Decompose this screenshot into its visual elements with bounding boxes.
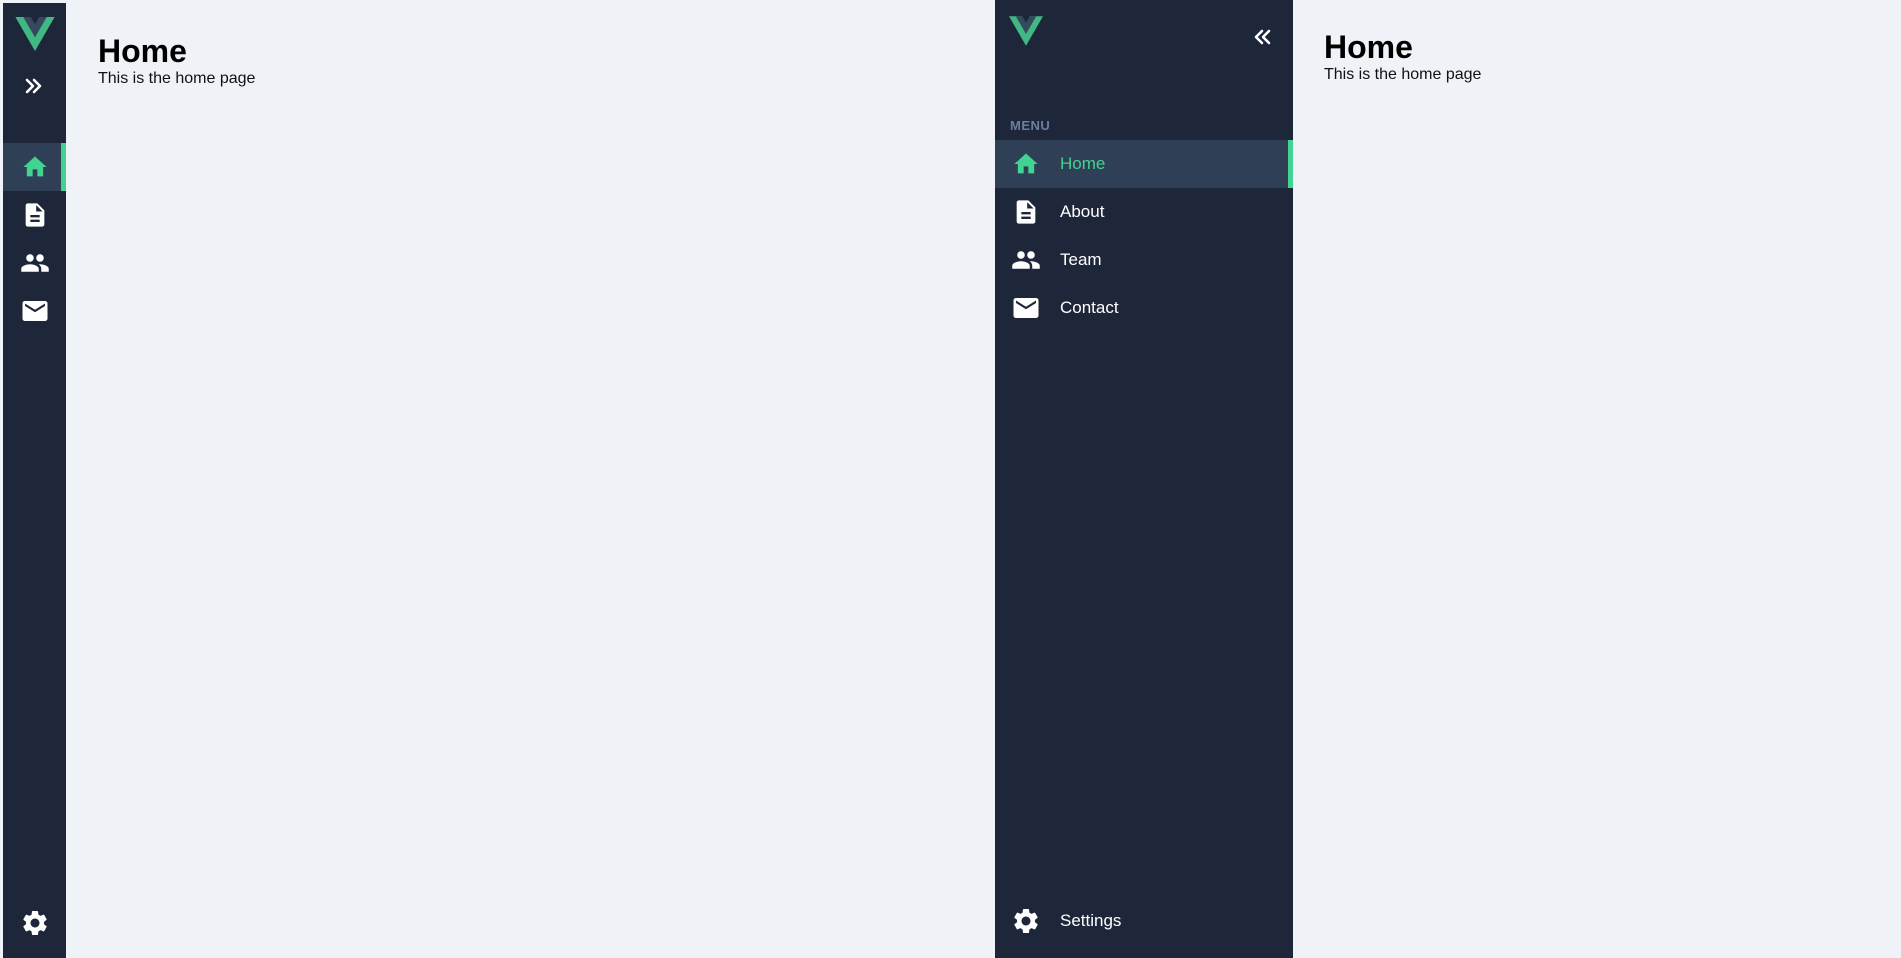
expand-sidebar-button[interactable] xyxy=(17,69,51,103)
people-icon xyxy=(1010,244,1042,276)
sidebar-item-about[interactable]: About xyxy=(995,188,1293,236)
chevrons-right-icon xyxy=(25,78,42,94)
sidebar-item-contact[interactable] xyxy=(3,287,66,335)
chevrons-left-icon xyxy=(1254,29,1271,45)
sidebar-item-contact[interactable]: Contact xyxy=(995,284,1293,332)
sidebar-item-settings[interactable]: Settings xyxy=(995,897,1293,945)
sidebar-item-label: Home xyxy=(1060,154,1106,173)
collapse-sidebar-button[interactable] xyxy=(1245,20,1279,54)
expanded-sidebar-panel: MENU Home About Team Contact Settings Ho… xyxy=(994,0,1901,958)
vue-logo xyxy=(1008,16,1049,50)
sidebar-item-label: Team xyxy=(1060,250,1102,269)
settings-label: Settings xyxy=(1060,911,1122,930)
sidebar-item-about[interactable] xyxy=(3,191,66,239)
sidebar-item-label: Contact xyxy=(1060,298,1119,317)
sidebar-item-settings[interactable] xyxy=(3,899,66,947)
page-title: Home xyxy=(98,33,187,69)
page-title: Home xyxy=(1324,29,1413,65)
gear-icon xyxy=(1010,905,1042,937)
document-icon xyxy=(19,199,51,231)
sidebar-expanded: MENU Home About Team Contact Settings xyxy=(995,0,1293,958)
home-icon xyxy=(19,151,51,183)
collapsed-sidebar-panel: Home This is the home page xyxy=(0,0,994,958)
mail-icon xyxy=(19,295,51,327)
sidebar-item-team[interactable] xyxy=(3,239,66,287)
vue-logo xyxy=(15,17,55,51)
main-content: Home This is the home page xyxy=(98,32,255,88)
sidebar-nav: Home About Team Contact xyxy=(995,140,1293,332)
document-icon xyxy=(1010,196,1042,228)
home-icon xyxy=(1010,148,1042,180)
sidebar-item-team[interactable]: Team xyxy=(995,236,1293,284)
menu-heading: MENU xyxy=(1010,118,1051,133)
sidebar-item-home[interactable] xyxy=(3,143,66,191)
page-description: This is the home page xyxy=(1324,66,1482,83)
mail-icon xyxy=(1010,292,1042,324)
sidebar-collapsed xyxy=(3,3,66,958)
page-description: This is the home page xyxy=(98,70,256,87)
sidebar-item-label: About xyxy=(1060,202,1105,221)
gear-icon xyxy=(19,907,51,939)
sidebar-nav xyxy=(3,143,66,335)
main-content: Home This is the home page xyxy=(1324,28,1481,84)
sidebar-item-home[interactable]: Home xyxy=(995,140,1293,188)
people-icon xyxy=(19,247,51,279)
